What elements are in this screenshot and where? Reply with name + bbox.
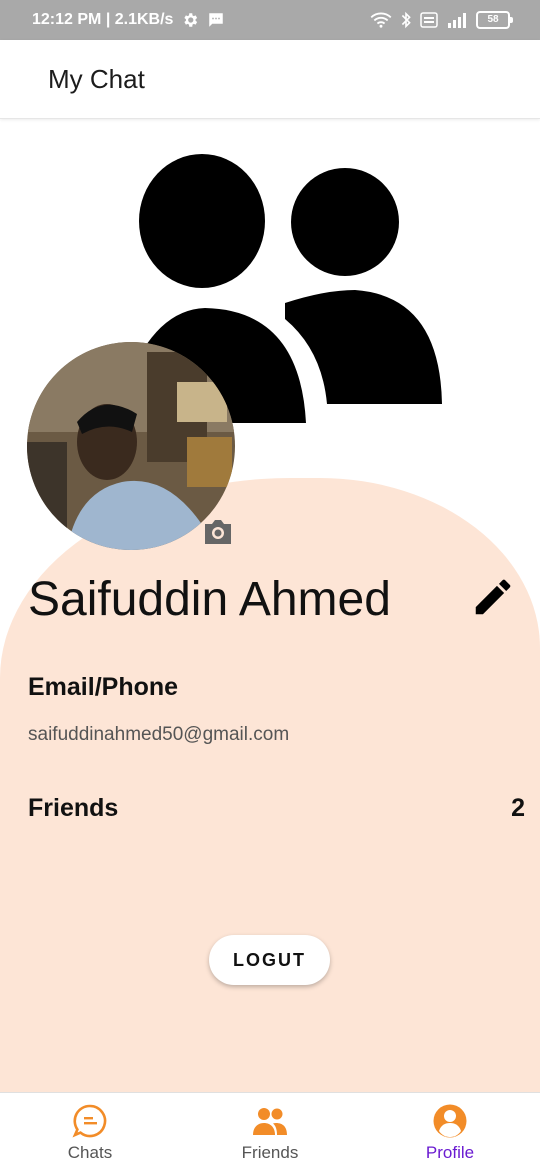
nav-item-chats[interactable]: Chats xyxy=(0,1093,180,1171)
bluetooth-icon xyxy=(401,11,411,29)
nav-label-chats: Chats xyxy=(67,1143,113,1162)
chat-bubble-icon xyxy=(72,1104,107,1138)
logout-button[interactable]: LOGUT xyxy=(209,935,330,985)
signal-icon xyxy=(448,13,466,28)
battery-icon: 58 xyxy=(476,11,513,29)
profile-name: Saifuddin Ahmed xyxy=(28,573,391,626)
friends-label: Friends xyxy=(28,794,119,822)
volte-icon xyxy=(420,12,438,28)
account-icon xyxy=(433,1104,467,1138)
people-icon xyxy=(253,1108,287,1135)
nav-item-profile[interactable]: Profile xyxy=(360,1093,540,1171)
nav-label-profile: Profile xyxy=(425,1143,475,1162)
email-label: Email/Phone xyxy=(28,673,179,701)
message-icon xyxy=(209,13,224,27)
friends-count: 2 xyxy=(511,794,525,822)
nav-label-friends: Friends xyxy=(241,1143,299,1162)
status-time: 12:12 PM | 2.1KB/s xyxy=(32,11,174,28)
email-value: saifuddinahmed50@gmail.com xyxy=(28,724,290,745)
app-bar: My Chat xyxy=(0,40,540,119)
nav-item-friends[interactable]: Friends xyxy=(180,1093,360,1171)
edit-pencil-icon[interactable] xyxy=(470,574,516,620)
status-bar: 12:12 PM | 2.1KB/s 58 xyxy=(0,0,540,40)
app-title: My Chat xyxy=(48,63,145,94)
camera-icon[interactable] xyxy=(202,518,234,546)
wifi-icon xyxy=(370,12,392,28)
bottom-nav: Chats Friends Profile xyxy=(0,1092,540,1171)
settings-gear-icon xyxy=(184,13,198,27)
profile-card xyxy=(0,478,540,1093)
